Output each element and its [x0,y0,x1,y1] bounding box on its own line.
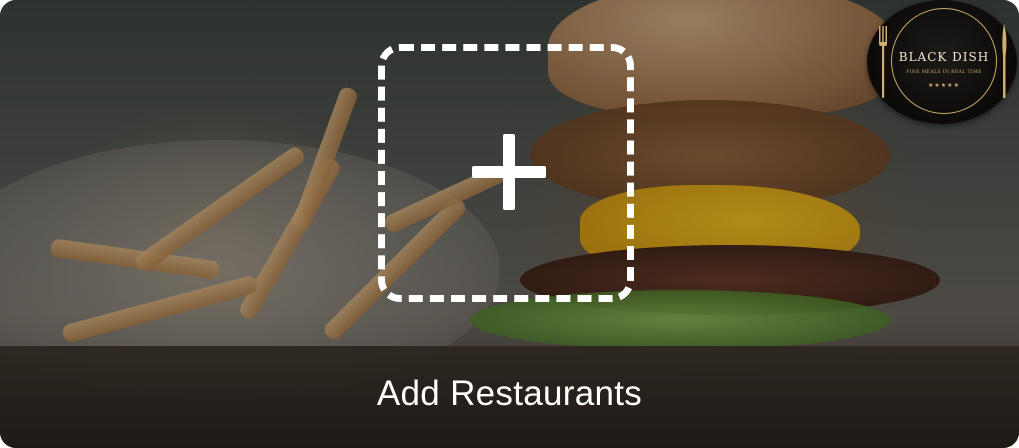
logo-tagline: FINE MEALS IN REAL TIME [906,70,982,75]
add-restaurant-card[interactable]: BLACK DISH FINE MEALS IN REAL TIME ★★★★★… [0,0,1019,448]
add-restaurants-label[interactable]: Add Restaurants [0,374,1019,414]
logo-stars: ★★★★★ [928,83,960,89]
logo-title: BLACK DISH [898,50,990,64]
plus-icon-vertical [503,134,515,210]
